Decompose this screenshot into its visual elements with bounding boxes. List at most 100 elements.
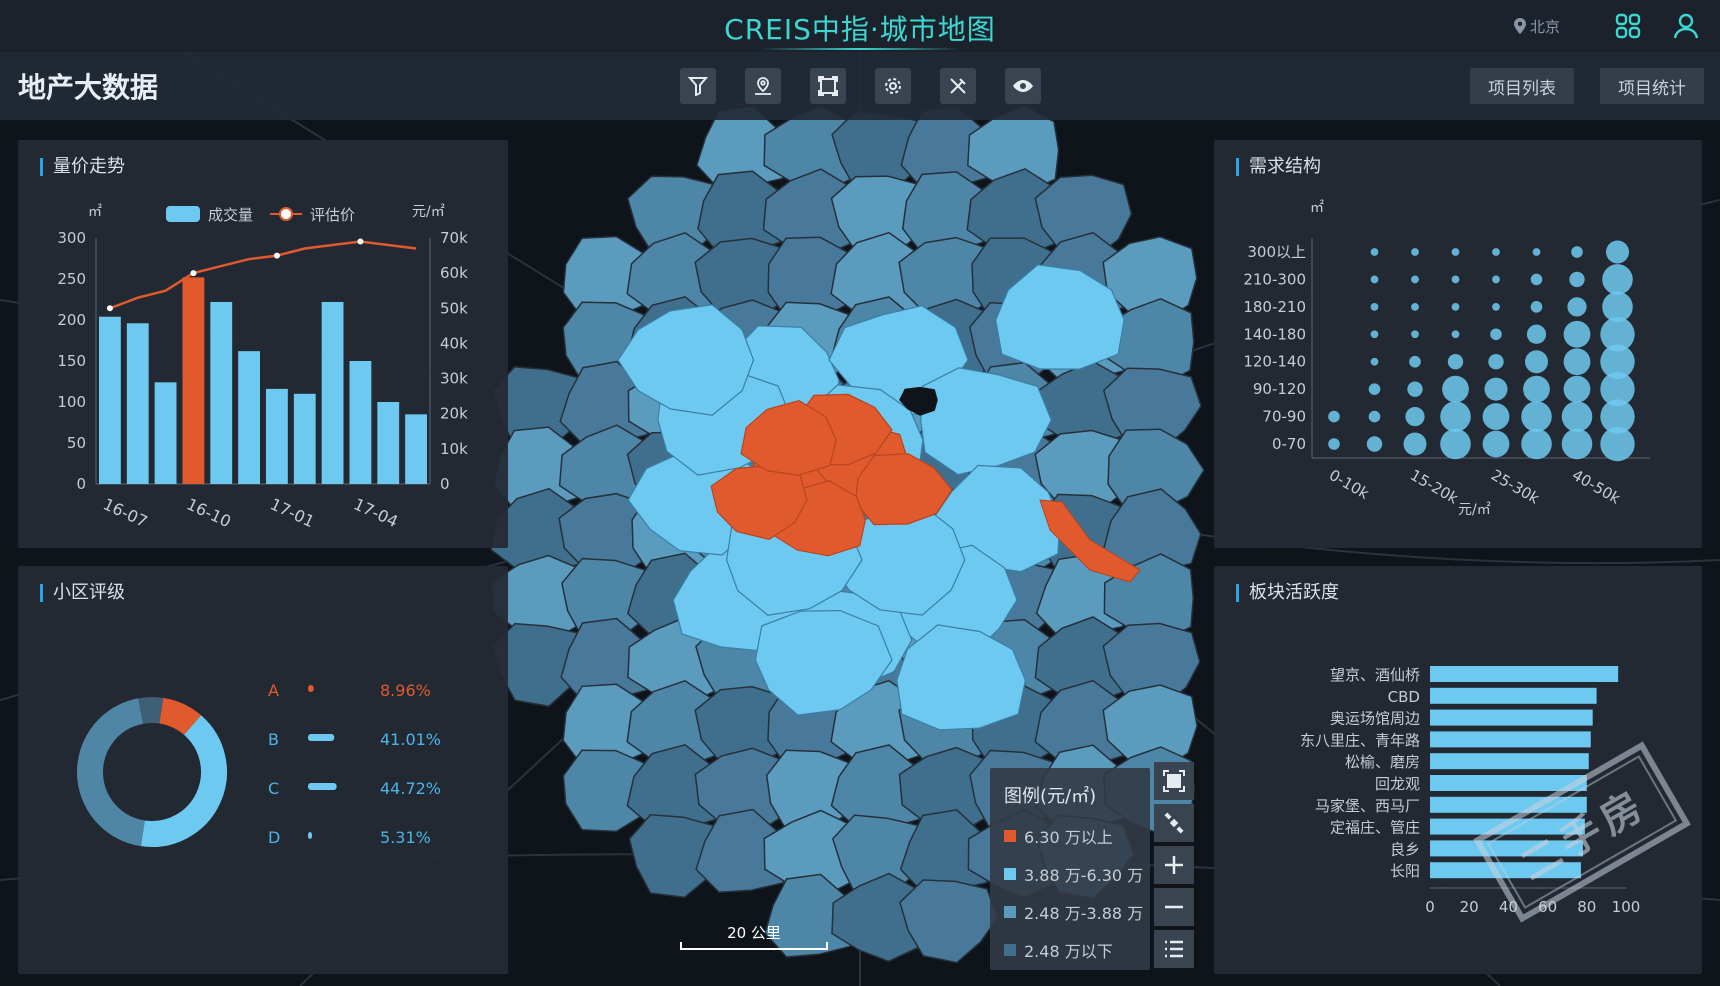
y-tick-label: 150 xyxy=(57,352,86,370)
x-tick-label: 25-30k xyxy=(1488,466,1543,508)
layer-list-button[interactable] xyxy=(1154,930,1194,968)
y-tick-label: 0 xyxy=(76,475,86,493)
demand-panel: 需求结构 ㎡ 0-70 70-90 90-120 120-140 140-180 180-2… xyxy=(1214,140,1702,548)
bubble xyxy=(1440,428,1471,460)
donut-slice xyxy=(140,715,227,847)
bar xyxy=(99,316,121,484)
bar xyxy=(266,388,288,484)
price-point xyxy=(106,305,113,312)
project-list-button[interactable]: 项目列表 xyxy=(1470,68,1574,104)
city-selector[interactable]: 北京 xyxy=(1514,10,1560,42)
rating-bar xyxy=(308,685,314,692)
rating-percent: 5.31% xyxy=(380,828,431,847)
bubble xyxy=(1563,320,1591,348)
settings-button[interactable] xyxy=(875,68,911,104)
y-tick-label-right: 20k xyxy=(440,405,468,423)
legend-swatch xyxy=(1004,944,1016,956)
bubble xyxy=(1490,328,1502,341)
legend-item: 2.48 万-3.88 万 xyxy=(1004,900,1143,924)
bubble xyxy=(1492,302,1500,311)
x-tick-label: 80 xyxy=(1577,898,1596,916)
title-underline xyxy=(760,48,960,50)
y-tick-label: 300 xyxy=(57,229,86,247)
legend-swatch-bar xyxy=(166,206,200,222)
donut-slice xyxy=(158,697,202,736)
tools-button[interactable] xyxy=(940,68,976,104)
bar xyxy=(1430,666,1619,682)
app-title: CREIS中指·城市地图 xyxy=(724,13,996,46)
grid-icon xyxy=(1615,13,1641,39)
legend-swatch xyxy=(1004,868,1016,880)
x-tick-label: 0-10k xyxy=(1326,466,1372,503)
x-axis-label: 元/㎡ xyxy=(1458,502,1491,518)
y-tick-label-right: 30k xyxy=(440,370,468,388)
y-tick-label: 马家堡、西马厂 xyxy=(1315,797,1420,815)
bubble xyxy=(1451,248,1460,256)
legend-swatch-dot xyxy=(279,207,293,221)
apps-grid-button[interactable] xyxy=(1612,10,1644,42)
bubble xyxy=(1602,291,1633,323)
filter-button[interactable] xyxy=(680,68,716,104)
bubble xyxy=(1403,432,1427,456)
bar xyxy=(154,382,177,484)
bar xyxy=(349,361,372,484)
y-tick-label: 良乡 xyxy=(1390,840,1420,858)
satellite-button[interactable] xyxy=(1154,804,1194,842)
bubble xyxy=(1532,248,1541,256)
location-pin-icon xyxy=(1514,18,1526,34)
y-unit: ㎡ xyxy=(1310,200,1324,216)
legend-label: 6.30 万以上 xyxy=(1024,828,1113,847)
fullscreen-button[interactable] xyxy=(1154,762,1194,800)
bubble xyxy=(1366,436,1383,452)
bubble xyxy=(1328,410,1340,423)
donut-slice xyxy=(77,698,146,847)
rating-bar xyxy=(308,783,337,790)
price-point xyxy=(357,238,364,245)
bubble xyxy=(1409,355,1421,368)
bubble xyxy=(1440,401,1471,432)
bubble xyxy=(1563,375,1591,403)
bubble xyxy=(1530,273,1543,286)
price-point xyxy=(190,270,197,277)
zoom-out-button[interactable] xyxy=(1154,888,1194,926)
project-stats-button[interactable]: 项目统计 xyxy=(1600,68,1704,104)
bubble xyxy=(1523,375,1550,403)
bubble xyxy=(1606,240,1629,264)
y-tick-label: 90-120 xyxy=(1253,380,1306,398)
map-legend: 图例(元/㎡) 6.30 万以上 3.88 万-6.30 万 2.48 万-3.… xyxy=(990,768,1150,970)
x-tick-label: 0 xyxy=(1425,898,1435,916)
bubble xyxy=(1521,401,1552,432)
bar xyxy=(321,301,344,484)
bubble xyxy=(1530,301,1543,313)
bubble xyxy=(1563,348,1591,376)
tools-icon xyxy=(950,78,966,94)
page-title: 地产大数据 xyxy=(18,71,159,104)
satellite-icon xyxy=(1164,812,1184,834)
location-person-icon xyxy=(755,77,771,95)
bubble xyxy=(1442,375,1469,403)
y-tick-label: 回龙观 xyxy=(1375,775,1420,793)
bubble xyxy=(1451,330,1460,339)
y-tick-label: 松榆、磨房 xyxy=(1345,753,1420,771)
bar xyxy=(1430,731,1591,748)
frame-button[interactable] xyxy=(810,68,846,104)
bubble xyxy=(1405,406,1425,427)
x-tick-label: 17-01 xyxy=(267,494,317,531)
user-button[interactable] xyxy=(1670,10,1702,42)
y-tick-label: 50 xyxy=(67,434,86,452)
bubble xyxy=(1561,428,1593,460)
bubble xyxy=(1567,297,1587,317)
rating-bar xyxy=(308,832,312,839)
bubble xyxy=(1561,401,1593,432)
scale-label: 20 公里 xyxy=(727,924,781,942)
legend-item: 3.88 万-6.30 万 xyxy=(1004,862,1143,886)
legend-title: 图例(元/㎡) xyxy=(1004,786,1097,807)
y-tick-label-right: 10k xyxy=(440,440,468,458)
zoom-in-button[interactable] xyxy=(1154,846,1194,884)
view-button[interactable] xyxy=(1005,68,1041,104)
city-label: 北京 xyxy=(1530,17,1561,36)
bar xyxy=(377,402,400,484)
location-person-button[interactable] xyxy=(745,68,781,104)
y-unit-left: ㎡ xyxy=(88,204,102,220)
bar xyxy=(405,414,427,484)
